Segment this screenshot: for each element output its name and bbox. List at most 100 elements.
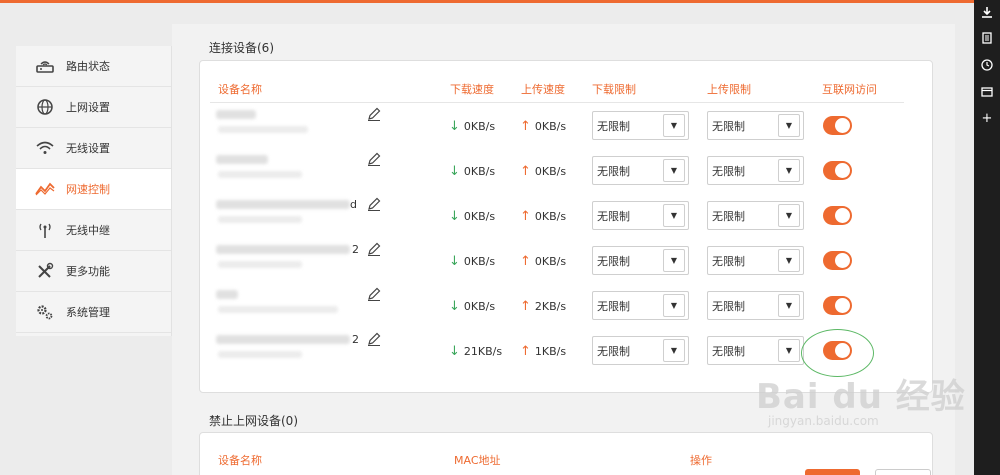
column-header-upload-limit: 上传限制 bbox=[707, 83, 751, 96]
download-arrow-icon: ↓ bbox=[449, 119, 460, 134]
device-info-redacted bbox=[218, 261, 302, 268]
chevron-down-icon[interactable]: ▼ bbox=[778, 294, 800, 317]
device-name-redacted bbox=[216, 110, 256, 119]
download-limit-select[interactable]: 无限制 ▼ bbox=[592, 156, 689, 185]
document-icon[interactable] bbox=[981, 32, 993, 44]
edit-pencil-icon[interactable] bbox=[366, 241, 382, 257]
download-speed: ↓ 0KB/s bbox=[449, 164, 496, 179]
chevron-down-icon[interactable]: ▼ bbox=[778, 114, 800, 137]
upload-arrow-icon: ↑ bbox=[520, 299, 531, 314]
sidebar-item-wireless-settings[interactable]: 无线设置 bbox=[16, 128, 171, 169]
save-button[interactable] bbox=[805, 469, 860, 475]
speed-chart-icon bbox=[34, 180, 56, 198]
sidebar-item-label: 上网设置 bbox=[66, 101, 110, 114]
device-name-redacted bbox=[216, 290, 238, 299]
chevron-down-icon[interactable]: ▼ bbox=[663, 114, 685, 137]
upload-limit-select[interactable]: 无限制 ▼ bbox=[707, 201, 804, 230]
device-name-redacted bbox=[216, 335, 350, 344]
upload-speed: ↑ 1KB/s bbox=[520, 344, 567, 359]
upload-speed: ↑ 0KB/s bbox=[520, 254, 567, 269]
download-limit-select[interactable]: 无限制 ▼ bbox=[592, 246, 689, 275]
download-limit-select[interactable]: 无限制 ▼ bbox=[592, 291, 689, 320]
sidebar-item-internet-settings[interactable]: 上网设置 bbox=[16, 87, 171, 128]
sidebar-item-wireless-repeater[interactable]: 无线中继 bbox=[16, 210, 171, 251]
sidebar-item-label: 网速控制 bbox=[66, 183, 110, 196]
upload-limit-select[interactable]: 无限制 ▼ bbox=[707, 156, 804, 185]
column-header-action: 操作 bbox=[690, 454, 712, 467]
download-arrow-icon: ↓ bbox=[449, 344, 460, 359]
internet-access-toggle[interactable] bbox=[823, 296, 852, 315]
table-row: ↓ 0KB/s ↑ 0KB/s 无限制 ▼ 无限制 ▼ bbox=[200, 106, 932, 151]
download-limit-select[interactable]: 无限制 ▼ bbox=[592, 336, 689, 365]
edit-pencil-icon[interactable] bbox=[366, 286, 382, 302]
download-speed: ↓ 0KB/s bbox=[449, 299, 496, 314]
device-info-redacted bbox=[218, 171, 302, 178]
upload-limit-select[interactable]: 无限制 ▼ bbox=[707, 111, 804, 140]
sidebar-item-label: 系统管理 bbox=[66, 306, 110, 319]
device-info-redacted bbox=[218, 126, 308, 133]
router-icon bbox=[34, 57, 56, 75]
internet-access-toggle[interactable] bbox=[823, 251, 852, 270]
sidebar-item-system-management[interactable]: 系统管理 bbox=[16, 292, 171, 333]
chevron-down-icon[interactable]: ▼ bbox=[663, 294, 685, 317]
upload-limit-select[interactable]: 无限制 ▼ bbox=[707, 246, 804, 275]
device-info-redacted bbox=[218, 351, 302, 358]
clock-icon[interactable] bbox=[981, 59, 993, 71]
toggle-knob bbox=[835, 118, 850, 133]
device-info-redacted bbox=[218, 216, 302, 223]
edit-pencil-icon[interactable] bbox=[366, 331, 382, 347]
column-header-device-name: 设备名称 bbox=[218, 454, 262, 467]
sidebar-item-label: 更多功能 bbox=[66, 265, 110, 278]
download-speed: ↓ 0KB/s bbox=[449, 254, 496, 269]
upload-speed: ↑ 0KB/s bbox=[520, 119, 567, 134]
chevron-down-icon[interactable]: ▼ bbox=[663, 159, 685, 182]
chevron-down-icon[interactable]: ▼ bbox=[663, 204, 685, 227]
upload-limit-select[interactable]: 无限制 ▼ bbox=[707, 336, 804, 365]
table-row: ↓ 0KB/s ↑ 0KB/s 无限制 ▼ 无限制 ▼ bbox=[200, 151, 932, 196]
table-row: ↓ 0KB/s ↑ 2KB/s 无限制 ▼ 无限制 ▼ bbox=[200, 286, 932, 331]
chevron-down-icon[interactable]: ▼ bbox=[778, 159, 800, 182]
chevron-down-icon[interactable]: ▼ bbox=[778, 204, 800, 227]
upload-limit-select[interactable]: 无限制 ▼ bbox=[707, 291, 804, 320]
device-name-tail: 2 bbox=[352, 333, 359, 346]
download-speed: ↓ 21KB/s bbox=[449, 344, 503, 359]
antenna-icon bbox=[34, 221, 56, 239]
internet-access-toggle[interactable] bbox=[823, 161, 852, 180]
download-limit-select[interactable]: 无限制 ▼ bbox=[592, 201, 689, 230]
upload-arrow-icon: ↑ bbox=[520, 344, 531, 359]
upload-speed: ↑ 2KB/s bbox=[520, 299, 567, 314]
upload-arrow-icon: ↑ bbox=[520, 164, 531, 179]
download-speed: ↓ 0KB/s bbox=[449, 119, 496, 134]
internet-access-toggle[interactable] bbox=[823, 206, 852, 225]
device-name-redacted bbox=[216, 155, 268, 164]
sidebar-item-label: 路由状态 bbox=[66, 60, 110, 73]
top-accent-bar bbox=[0, 0, 974, 3]
download-speed: ↓ 0KB/s bbox=[449, 209, 496, 224]
chevron-down-icon[interactable]: ▼ bbox=[663, 249, 685, 272]
plus-icon[interactable]: + bbox=[981, 111, 993, 126]
upload-speed: ↑ 0KB/s bbox=[520, 164, 567, 179]
chevron-down-icon[interactable]: ▼ bbox=[663, 339, 685, 362]
blocked-devices-title: 禁止上网设备(0) bbox=[209, 414, 298, 428]
chevron-down-icon[interactable]: ▼ bbox=[778, 339, 800, 362]
edit-pencil-icon[interactable] bbox=[366, 151, 382, 167]
edit-pencil-icon[interactable] bbox=[366, 106, 382, 122]
chevron-down-icon[interactable]: ▼ bbox=[778, 249, 800, 272]
table-row: 2 ↓ 0KB/s ↑ 0KB/s 无限制 ▼ 无限制 ▼ bbox=[200, 241, 932, 286]
sidebar-item-router-status[interactable]: 路由状态 bbox=[16, 46, 171, 87]
toggle-knob bbox=[835, 163, 850, 178]
edit-pencil-icon[interactable] bbox=[366, 196, 382, 212]
download-icon[interactable] bbox=[981, 6, 993, 18]
sidebar-item-speed-control[interactable]: 网速控制 bbox=[16, 169, 171, 210]
column-header-internet-access: 互联网访问 bbox=[822, 83, 877, 96]
download-limit-select[interactable]: 无限制 ▼ bbox=[592, 111, 689, 140]
globe-icon bbox=[34, 98, 56, 116]
internet-access-toggle[interactable] bbox=[823, 116, 852, 135]
baidu-jingyan-watermark: Bai du 经验 jingyan.baidu.com bbox=[756, 369, 966, 428]
window-icon[interactable] bbox=[981, 86, 993, 98]
download-arrow-icon: ↓ bbox=[449, 254, 460, 269]
sidebar-item-more-features[interactable]: 更多功能 bbox=[16, 251, 171, 292]
device-name-tail: d bbox=[350, 198, 357, 211]
cancel-button[interactable] bbox=[875, 469, 931, 475]
upload-arrow-icon: ↑ bbox=[520, 119, 531, 134]
